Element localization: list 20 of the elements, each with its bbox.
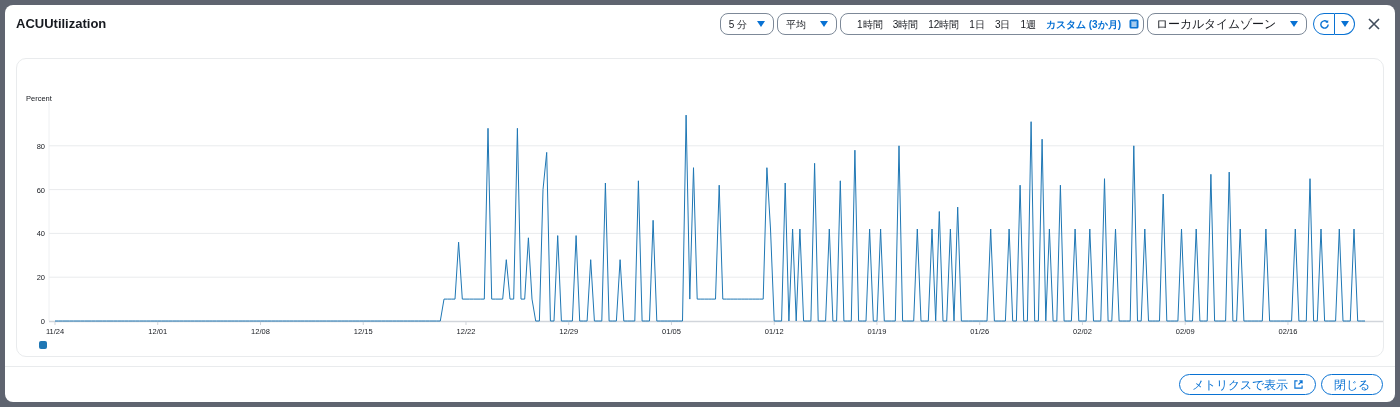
external-link-icon	[1294, 380, 1303, 389]
time-range-tab[interactable]: 1日	[969, 16, 985, 32]
caret-icon	[1290, 21, 1298, 27]
dialog-title: ACUUtilization	[16, 15, 107, 34]
caret-icon	[1340, 21, 1349, 27]
close-icon	[1368, 18, 1380, 30]
time-range-tab[interactable]: 3時間	[892, 16, 919, 32]
period-dropdown[interactable]: 5 分	[719, 13, 775, 35]
statistic-dropdown[interactable]: 平均	[777, 13, 838, 35]
time-range-tab[interactable]: カスタム (3か月)	[1046, 16, 1139, 32]
calendar-icon	[1129, 19, 1139, 29]
time-range-tab[interactable]: 3日	[994, 16, 1011, 32]
time-range-tab[interactable]: 1週	[1020, 16, 1036, 32]
legend-swatch[interactable]	[39, 341, 47, 349]
timezone-dropdown[interactable]: ローカルタイムゾーン	[1147, 13, 1307, 35]
refresh-icon	[1318, 18, 1330, 30]
caret-icon	[820, 21, 829, 27]
caret-icon	[757, 21, 766, 27]
time-range-tab[interactable]: 1時間	[857, 16, 883, 32]
time-range-tab[interactable]: 12時間	[928, 16, 960, 32]
